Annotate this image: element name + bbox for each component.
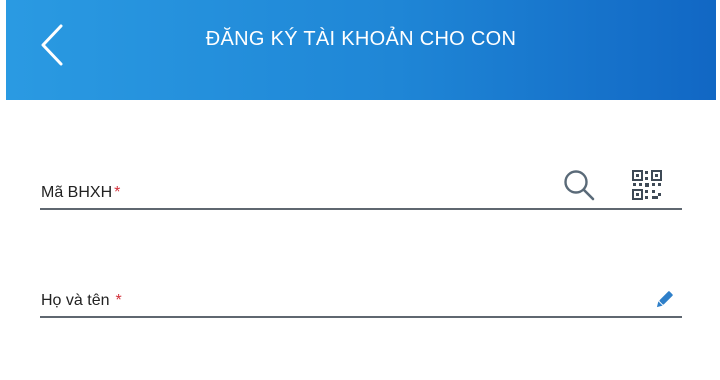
- social-insurance-code-field[interactable]: Mã BHXH *: [40, 160, 682, 210]
- search-button[interactable]: [560, 166, 598, 204]
- required-mark: *: [115, 292, 122, 309]
- field-label-text: Mã BHXH: [41, 184, 113, 201]
- edit-icon: [656, 291, 673, 308]
- edit-button[interactable]: [650, 286, 678, 314]
- field-label-text: Họ và tên: [41, 292, 110, 309]
- field-label: Mã BHXH *: [41, 184, 120, 202]
- qr-scan-button[interactable]: [628, 166, 666, 204]
- field-label: Họ và tên *: [41, 292, 122, 310]
- required-mark: *: [114, 184, 121, 201]
- full-name-field[interactable]: Họ và tên *: [40, 268, 682, 318]
- search-icon: [564, 170, 595, 201]
- page-title: ĐĂNG KÝ TÀI KHOẢN CHO CON: [205, 28, 517, 50]
- app-header: ĐĂNG KÝ TÀI KHOẢN CHO CON: [6, 0, 716, 100]
- qr-code-icon: [632, 170, 662, 200]
